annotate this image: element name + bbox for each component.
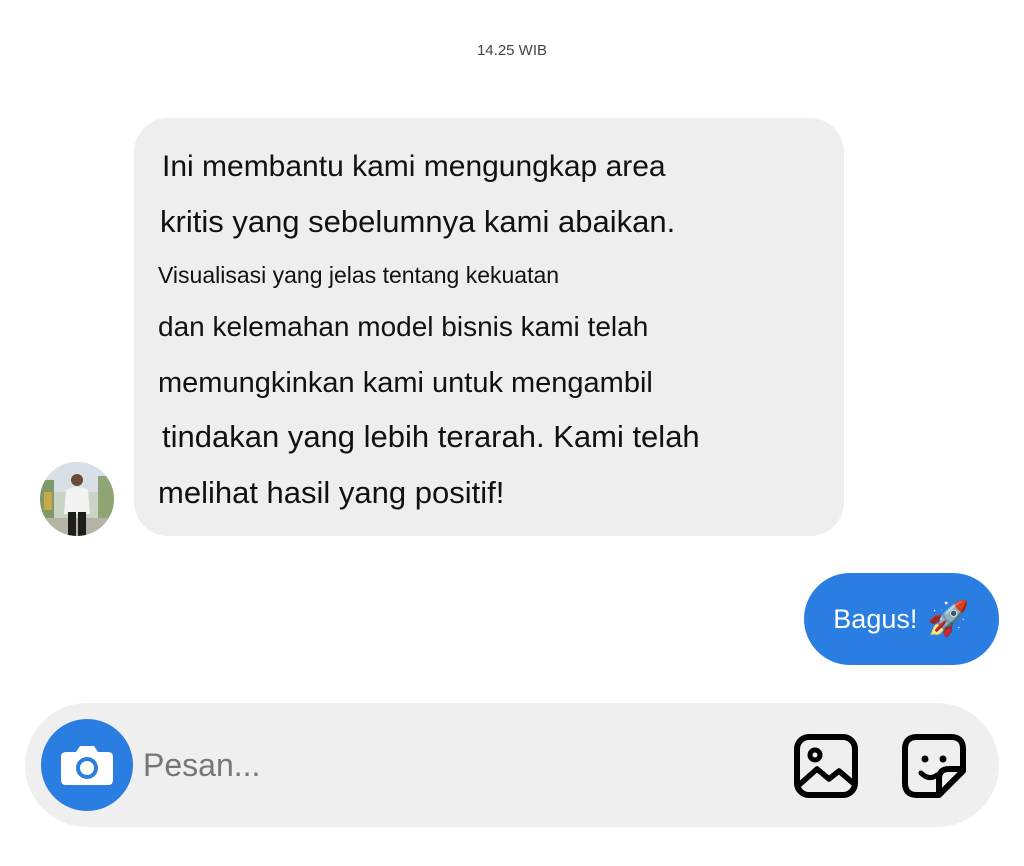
sticker-button[interactable] bbox=[901, 733, 967, 799]
incoming-message-bubble: Ini membantu kami mengungkap area kritis… bbox=[134, 118, 844, 536]
message-line: memungkinkan kami untuk mengambil bbox=[158, 367, 653, 399]
outgoing-message-text: Bagus! bbox=[833, 603, 918, 634]
sender-avatar[interactable] bbox=[40, 462, 114, 536]
message-input[interactable] bbox=[143, 733, 743, 797]
camera-icon bbox=[61, 746, 113, 785]
message-line: tindakan yang lebih terarah. Kami telah bbox=[162, 419, 700, 454]
message-line: Visualisasi yang jelas tentang kekuatan bbox=[158, 262, 560, 288]
message-line: dan kelemahan model bisnis kami telah bbox=[158, 311, 649, 342]
image-icon bbox=[794, 734, 858, 798]
outgoing-message-bubble: Bagus! 🚀 bbox=[804, 573, 999, 665]
gallery-button[interactable] bbox=[793, 733, 859, 799]
message-timestamp: 14.25 WIB bbox=[476, 42, 548, 59]
avatar-photo bbox=[40, 462, 114, 536]
rocket-emoji: 🚀 bbox=[927, 599, 970, 639]
message-line: Ini membantu kami mengungkap area bbox=[162, 150, 666, 183]
sticker-icon bbox=[902, 734, 966, 798]
message-composer bbox=[25, 703, 999, 827]
message-line: kritis yang sebelumnya kami abaikan. bbox=[160, 204, 676, 239]
camera-button[interactable] bbox=[41, 719, 133, 811]
message-line: melihat hasil yang positif! bbox=[158, 475, 505, 510]
